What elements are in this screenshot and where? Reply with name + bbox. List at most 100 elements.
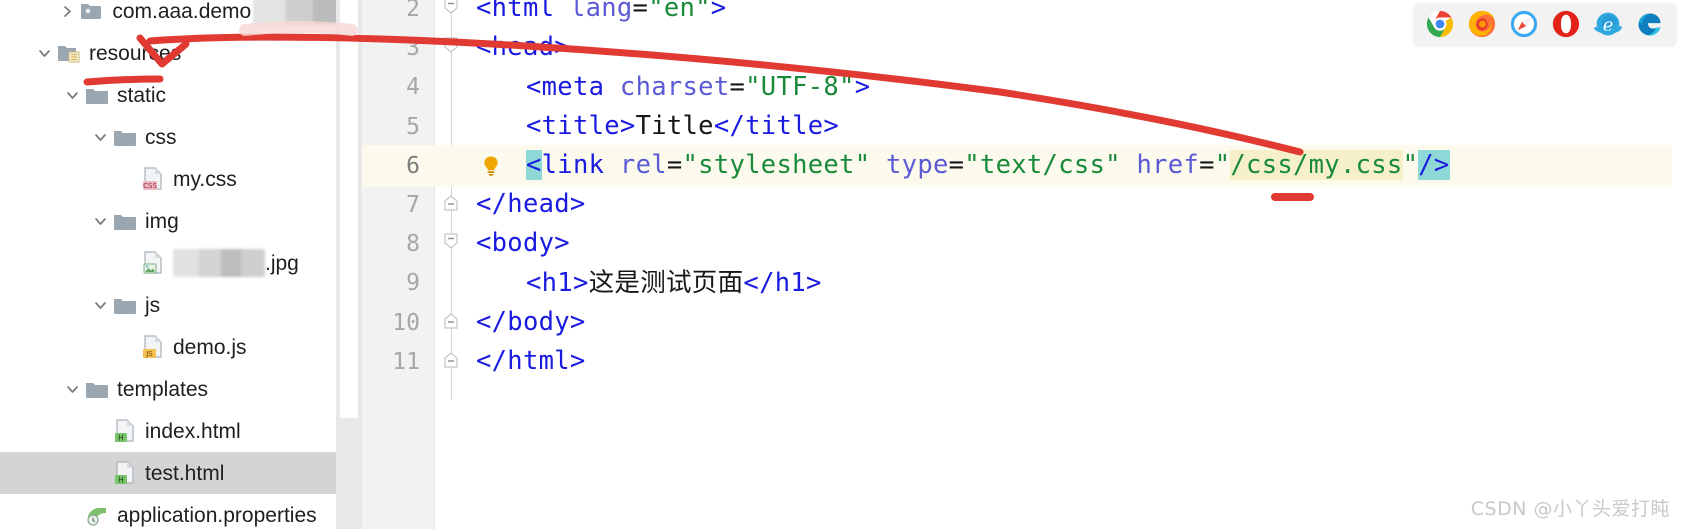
line-number: 9 <box>406 270 420 297</box>
code-token: <html <box>476 0 555 24</box>
tree-item-css[interactable]: css <box>0 116 362 158</box>
editor-area[interactable]: 2 <html lang="en"> 3 <head> 4 <meta charset="… <box>362 0 1688 529</box>
code-text[interactable]: <html lang="en"> <box>468 0 726 22</box>
code-token: " <box>1402 150 1419 181</box>
editor-marker-strip[interactable] <box>1672 0 1688 529</box>
code-line-7[interactable]: 7 </head> <box>362 184 1688 226</box>
tree-item-application-properties[interactable]: application.properties <box>0 494 362 529</box>
fold-toggle-icon[interactable] <box>434 310 468 336</box>
ide-screenshot-root: com.aaa.demo resources static css CSS my.css i… <box>0 0 1688 529</box>
fold-toggle-icon[interactable] <box>434 349 468 375</box>
code-text[interactable]: <link rel="stylesheet" type="text/css" h… <box>518 150 1450 181</box>
tree-item-label: js <box>145 293 161 317</box>
code-token: charset <box>604 71 730 102</box>
code-token: /> <box>1418 150 1450 181</box>
folder-icon <box>112 124 138 150</box>
internet-explorer-icon[interactable]: e <box>1594 10 1622 38</box>
chevron-right-icon[interactable] <box>55 4 79 19</box>
code-text[interactable]: <meta charset="UTF-8"> <box>518 71 870 102</box>
resources-folder-icon <box>56 40 82 66</box>
chevron-down-icon[interactable] <box>32 46 56 61</box>
line-number: 2 <box>406 0 420 22</box>
image-file-icon <box>140 250 166 276</box>
code-text[interactable]: </html> <box>468 346 586 377</box>
tree-item-test-html[interactable]: Htest.html <box>0 452 362 494</box>
code-token: rel <box>604 150 667 181</box>
tree-item-label: img <box>145 209 179 233</box>
code-token: /css/my.css <box>1230 150 1403 181</box>
fold-toggle-icon[interactable] <box>434 231 468 257</box>
chrome-icon[interactable] <box>1426 10 1454 38</box>
code-line-5[interactable]: 5 <title>Title</title> <box>362 106 1688 148</box>
tree-item-label: my.css <box>173 167 237 191</box>
code-token: lang <box>554 0 633 24</box>
project-tree-scrollbar[interactable] <box>336 0 362 529</box>
project-files-tree[interactable]: com.aaa.demo resources static css CSS my.css i… <box>0 0 362 529</box>
code-text[interactable]: <body> <box>468 231 570 257</box>
project-tool-window[interactable]: com.aaa.demo resources static css CSS my.css i… <box>0 0 362 529</box>
tree-item-js[interactable]: js <box>0 284 362 326</box>
code-line-6[interactable]: 6 <link rel="stylesheet" type="text/css" … <box>362 144 1688 187</box>
code-token: link <box>541 150 605 181</box>
svg-text:CSS: CSS <box>143 182 157 190</box>
fold-toggle-icon[interactable] <box>434 0 468 22</box>
code-text[interactable]: <head> <box>468 35 570 61</box>
code-text[interactable]: </head> <box>468 192 586 218</box>
code-line-10[interactable]: 10 </body> <box>362 302 1688 344</box>
code-text[interactable]: </body> <box>468 306 586 337</box>
code-token: 这是测试页面 <box>588 267 744 298</box>
safari-icon[interactable] <box>1510 10 1538 38</box>
tree-item-demo-js[interactable]: JS demo.js <box>0 326 362 368</box>
firefox-icon[interactable] <box>1468 10 1496 38</box>
chevron-down-icon[interactable] <box>88 130 112 145</box>
code-text[interactable]: <h1>这是测试页面</h1> <box>518 267 822 298</box>
tree-item-label: index.html <box>145 419 241 443</box>
code-token: href <box>1120 150 1200 181</box>
code-token: < <box>526 150 542 181</box>
code-token: </head> <box>476 189 586 220</box>
code-token: > <box>710 0 727 24</box>
run-in-browser-popup[interactable]: e <box>1414 3 1676 45</box>
tree-item-label: templates <box>117 377 209 401</box>
svg-text:H: H <box>118 475 124 484</box>
tree-item-image-jpg[interactable]: .jpg <box>0 242 362 284</box>
chevron-down-icon[interactable] <box>60 382 84 397</box>
code-token: "stylesheet" <box>682 150 871 181</box>
code-line-11[interactable]: 11 </html> <box>362 341 1688 383</box>
code-line-9[interactable]: 9 <h1>这是测试页面</h1> <box>362 262 1688 304</box>
fold-toggle-icon[interactable] <box>434 35 468 61</box>
chevron-down-icon[interactable] <box>88 298 112 313</box>
chevron-down-icon[interactable] <box>60 88 84 103</box>
tree-item-my-css[interactable]: CSS my.css <box>0 158 362 200</box>
intention-lightbulb-icon[interactable] <box>478 153 504 179</box>
fold-toggle-icon[interactable] <box>434 192 468 218</box>
opera-icon[interactable] <box>1552 10 1580 38</box>
code-token: = <box>632 0 649 24</box>
code-line-4[interactable]: 4 <meta charset="UTF-8"> <box>362 66 1688 108</box>
tree-item-static[interactable]: static <box>0 74 362 116</box>
code-token: </html> <box>476 346 586 377</box>
svg-text:H: H <box>118 433 124 442</box>
line-number: 4 <box>406 74 420 101</box>
project-tree-scrollbar-thumb[interactable] <box>340 0 358 418</box>
package-folder-icon <box>79 0 105 24</box>
folder-icon <box>84 82 110 108</box>
edge-icon[interactable] <box>1636 10 1664 38</box>
line-number: 7 <box>406 192 420 218</box>
code-token: <body> <box>476 228 570 259</box>
tree-item-img[interactable]: img <box>0 200 362 242</box>
chevron-down-icon[interactable] <box>88 214 112 229</box>
tree-item-templates[interactable]: templates <box>0 368 362 410</box>
code-token: <title> <box>526 110 636 141</box>
code-text[interactable]: <title>Title</title> <box>518 110 839 141</box>
tree-item-com-aaa-demo[interactable]: com.aaa.demo <box>0 0 362 32</box>
tree-item-index-html[interactable]: Hindex.html <box>0 410 362 452</box>
code-line-8[interactable]: 8 <body> <box>362 223 1688 265</box>
line-number: 8 <box>406 231 420 258</box>
tree-item-label: demo.js <box>173 335 247 359</box>
code-token: </body> <box>476 306 586 337</box>
redacted-filename-block <box>173 249 265 277</box>
code-token: <meta <box>526 71 605 102</box>
tree-item-resources[interactable]: resources <box>0 32 362 74</box>
code-token: Title <box>635 110 714 141</box>
